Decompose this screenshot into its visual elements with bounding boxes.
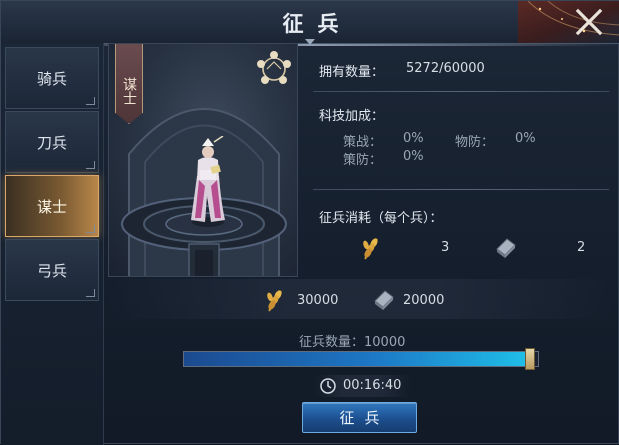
slider-fill — [184, 352, 530, 366]
tab-label: 谋士 — [36, 197, 67, 216]
recruit-quantity-slider[interactable] — [183, 348, 539, 370]
window-header: 征兵 — [1, 1, 619, 46]
iron-ingot-icon — [374, 290, 394, 310]
tab-strategist[interactable]: 谋士 — [5, 175, 99, 237]
tab-archer[interactable]: 弓兵 — [5, 239, 99, 301]
tab-cavalry[interactable]: 骑兵 — [5, 47, 99, 109]
tab-corner-ornament — [86, 161, 95, 169]
physical-defense-value: 0% — [515, 131, 536, 146]
strategy-defense-value: 0% — [403, 149, 424, 164]
recruit-button-label: 征兵 — [339, 409, 390, 427]
slider-thumb[interactable] — [525, 348, 535, 370]
tab-swordsman[interactable]: 刀兵 — [5, 111, 99, 173]
strategist-figure — [191, 136, 225, 227]
strategy-attack-value: 0% — [403, 131, 424, 146]
strategy-defense-label: 策防： — [343, 153, 383, 168]
cost-grain-value: 3 — [441, 240, 450, 255]
recruit-button[interactable]: 征兵 — [302, 402, 417, 433]
iron-ingot-icon — [496, 238, 516, 258]
wheat-icon — [267, 290, 282, 312]
divider — [313, 189, 609, 190]
tab-label: 刀兵 — [36, 133, 67, 152]
recruit-quantity-label: 征兵数量：10000 — [299, 335, 406, 350]
unit-type-banner: 谋士 — [115, 44, 143, 124]
physical-defense-label: 物防： — [455, 135, 495, 150]
clock-icon — [320, 378, 336, 394]
recruit-timer: 00:16:40 — [313, 375, 411, 397]
total-grain-value: 30000 — [297, 293, 339, 308]
close-button[interactable] — [574, 7, 604, 37]
owned-value: 5272/60000 — [406, 61, 485, 76]
total-cost-row — [103, 279, 619, 319]
tab-label: 弓兵 — [36, 261, 67, 280]
unit-portrait: 谋士 — [108, 43, 298, 277]
total-iron-value: 20000 — [403, 293, 445, 308]
tab-label: 骑兵 — [36, 69, 67, 88]
recruit-cost-label: 征兵消耗（每个兵）： — [319, 211, 443, 226]
tab-corner-ornament — [86, 289, 95, 297]
cost-iron-value: 2 — [577, 240, 586, 255]
owned-label: 拥有数量： — [319, 65, 385, 80]
unit-type-sidebar: 骑兵 刀兵 谋士 弓兵 — [1, 43, 104, 445]
close-corner — [518, 1, 619, 43]
tab-corner-ornament — [86, 225, 95, 233]
unit-type-ring-icon[interactable] — [255, 50, 293, 88]
divider — [313, 91, 609, 92]
recruit-window: 征兵 骑兵 刀兵 谋士 弓兵 谋士 拥有数量： 5272/60000 科技加成：… — [0, 0, 619, 445]
tab-corner-ornament — [86, 97, 95, 105]
recruit-area: 30000 20000 征兵数量：10000 00:16:40 征兵 — [103, 279, 619, 445]
unit-info-panel: 拥有数量： 5272/60000 科技加成： 策战： 0% 物防： 0% 策防：… — [301, 43, 619, 279]
wheat-icon — [363, 238, 378, 260]
recruit-time-value: 00:16:40 — [343, 378, 402, 393]
tech-bonus-label: 科技加成： — [319, 109, 385, 124]
strategy-attack-label: 策战： — [343, 135, 383, 150]
close-icon — [575, 8, 603, 36]
